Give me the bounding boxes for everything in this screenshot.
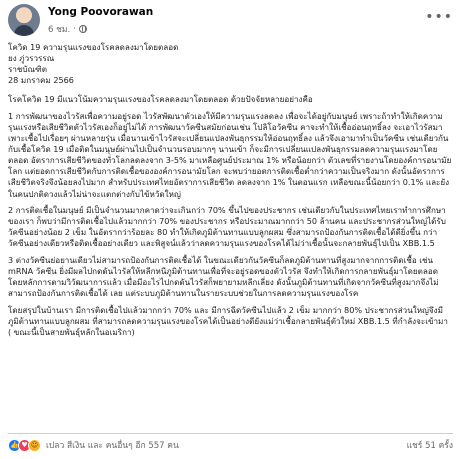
reaction-bar: 👍 ♥ ☺ เปลว สีเงิน และ คนอื่นๆ อีก 557 คน…: [8, 436, 453, 454]
post-time[interactable]: 6 ชม.: [48, 22, 70, 36]
paragraph-intro: โรคโควิด 19 มีแนวโน้มความรุนแรงของโรคลดล…: [8, 94, 313, 105]
globe-icon[interactable]: [78, 25, 87, 33]
paragraph-summary: โดยสรุปในบ้านเรา มีการติดเชื้อไปแล้วมากก…: [8, 304, 448, 337]
more-options-icon[interactable]: •••: [425, 10, 453, 24]
reaction-summary[interactable]: เปลว สีเงิน และ คนอื่นๆ อีก 557 คน: [46, 438, 179, 452]
separator-dot: ·: [73, 24, 76, 34]
post-body: โควิด 19 ความรุนแรงของโรคลดลงมาโดยตลอด ย…: [8, 42, 453, 343]
share-count[interactable]: แชร์ 51 ครั้ง: [407, 438, 453, 452]
article-author-title: ราชบัณฑิต: [8, 64, 48, 75]
paragraph-3: 3 ต่างวัคซีนย่อยานเดียวไม่สามารถป้องกันก…: [8, 254, 439, 299]
article-title: โควิด 19 ความรุนแรงของโรคลดลงมาโดยตลอด: [8, 42, 179, 52]
post-header: Yong Poovorawan 6 ชม. · •••: [8, 4, 453, 38]
paragraph-1: 1 การพัฒนาของไวรัสเพื่อความอยู่รอด ไวรัส…: [8, 110, 452, 199]
author-name[interactable]: Yong Poovorawan: [48, 6, 153, 18]
article-date: 28 มกราคม 2566: [8, 75, 74, 86]
care-icon: ☺: [28, 438, 41, 452]
article-heading: โควิด 19 ความรุนแรงของโรคลดลงมาโดยตลอด ย…: [8, 42, 453, 86]
article-author: ยง ภู่วรวรรณ: [8, 53, 55, 64]
facebook-post: Yong Poovorawan 6 ชม. · ••• โควิด 19 ควา…: [0, 0, 461, 459]
reaction-icons[interactable]: 👍 ♥ ☺: [8, 438, 41, 452]
footer-divider: [8, 433, 453, 434]
paragraph-2: 2 การติดเชื้อในมนุษย์ มีเป็นจำนวนมากคาดว…: [8, 205, 446, 249]
author-avatar[interactable]: [8, 4, 40, 36]
post-meta: 6 ชม. ·: [48, 22, 87, 36]
